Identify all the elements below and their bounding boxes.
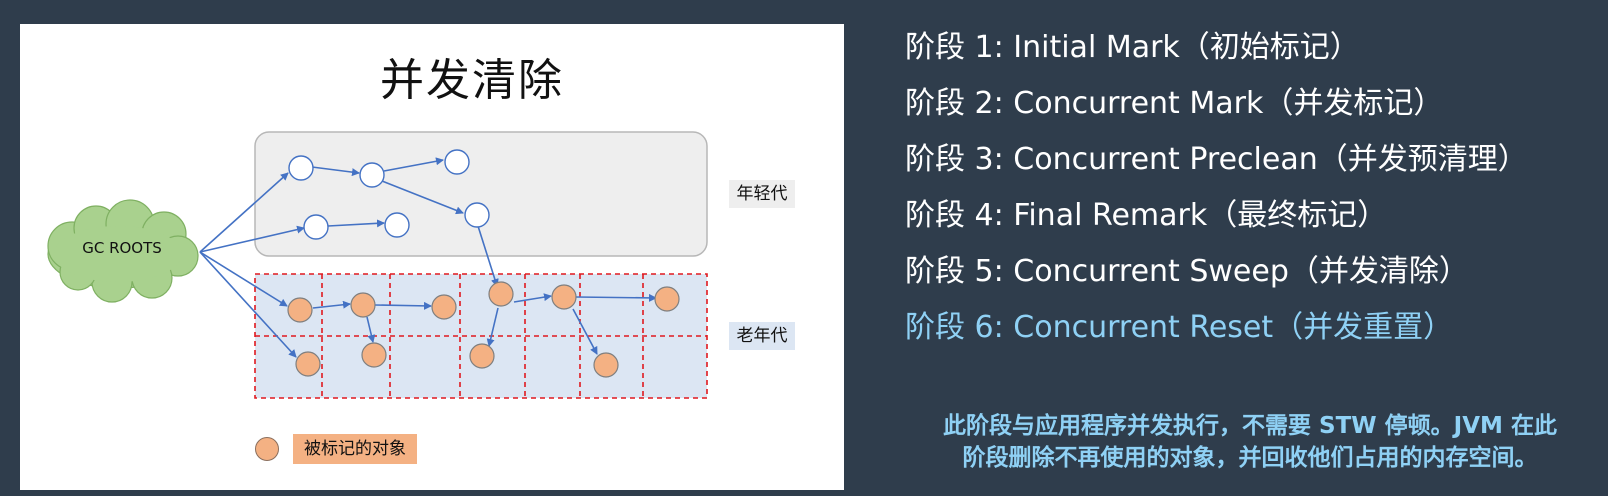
marked-object-node [469,343,495,369]
object-node [303,214,329,240]
marked-object-node [654,286,680,312]
phase-item-3: 阶段 3: Concurrent Preclean（并发预清理） [905,142,1528,177]
phase-item-4: 阶段 4: Final Remark（最终标记） [905,198,1388,233]
diagram-title: 并发清除 [380,55,564,106]
legend-marked-label: 被标记的对象 [293,434,417,464]
phase-item-5: 阶段 5: Concurrent Sweep（并发清除） [905,254,1469,289]
object-node [359,162,385,188]
phase-item-6: 阶段 6: Concurrent Reset（并发重置） [905,310,1454,345]
marked-object-node [295,351,321,377]
reference-arrow [575,293,657,302]
marked-object-node [350,292,376,318]
old-generation-region [254,273,708,399]
phase-description-line-2: 阶段删除不再使用的对象，并回收他们占用的内存空间。 [962,445,1538,471]
reference-arrow [374,301,432,310]
phase-description-line-1: 此阶段与应用程序并发执行，不需要 STW 停顿。JVM 在此 [943,413,1557,439]
object-node [464,202,490,228]
marked-object-node [431,294,457,320]
object-node [384,212,410,238]
marked-object-node [488,281,514,307]
phase-description: 此阶段与应用程序并发执行，不需要 STW 停顿。JVM 在此 阶段删除不再使用的… [900,410,1600,474]
phase-item-1: 阶段 1: Initial Mark（初始标记） [905,30,1360,65]
young-generation-label: 年轻代 [729,180,795,208]
marked-object-node [287,297,313,323]
object-node [444,149,470,175]
phase-list: 阶段 1: Initial Mark（初始标记） 阶段 2: Concurren… [905,26,1528,362]
gc-roots-label: GC ROOTS [82,239,162,257]
marked-object-node [551,284,577,310]
legend-marked-swatch [255,437,279,461]
phase-item-2: 阶段 2: Concurrent Mark（并发标记） [905,86,1444,121]
marked-object-node [361,342,387,368]
old-generation-label: 老年代 [729,322,795,350]
marked-object-node [593,352,619,378]
object-node [288,155,314,181]
